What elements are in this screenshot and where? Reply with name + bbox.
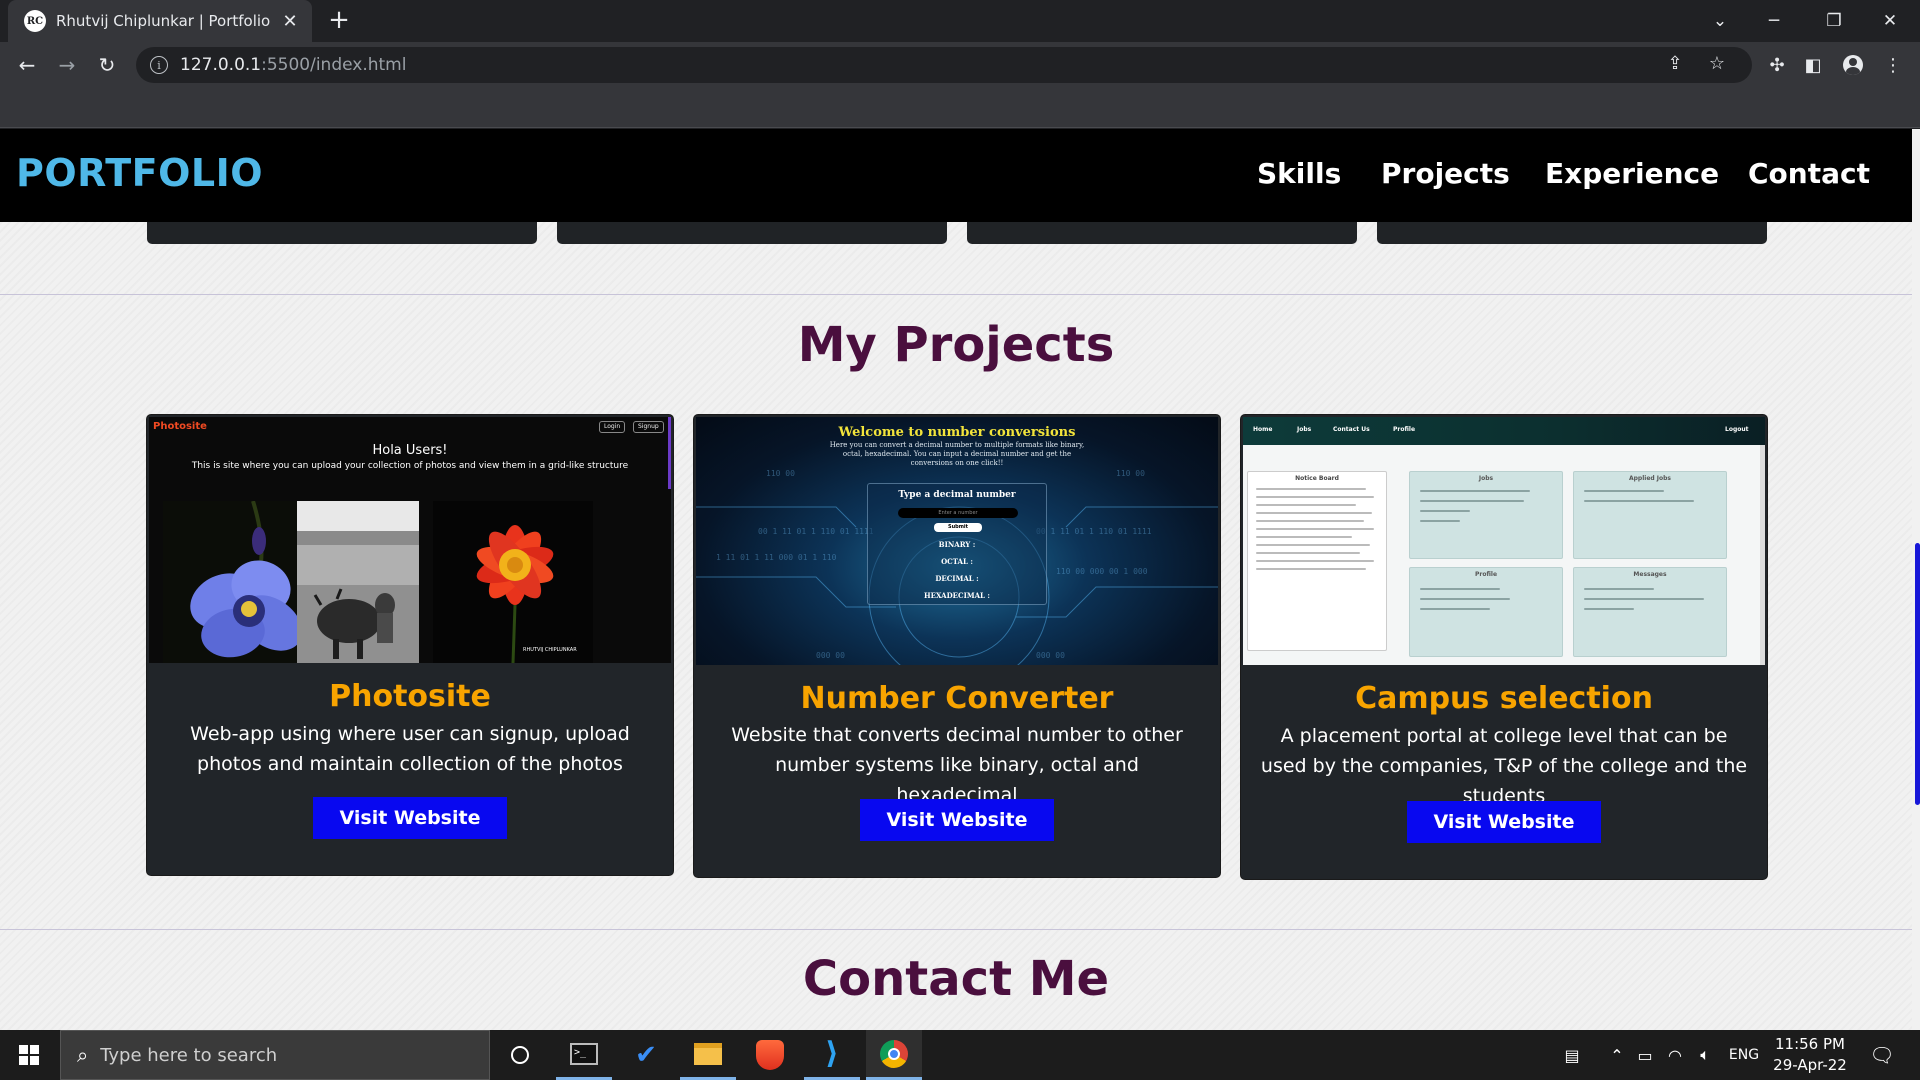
search-icon: ⌕ <box>77 1043 89 1067</box>
project-description: Website that converts decimal number to … <box>731 724 1183 806</box>
preview-input: Enter a number <box>898 508 1018 518</box>
side-panel-icon[interactable]: ◧ <box>1798 50 1828 80</box>
black-white-bullock-photo <box>297 501 419 663</box>
nav-link-skills[interactable]: Skills <box>1257 157 1341 190</box>
visit-website-button[interactable]: Visit Website <box>860 799 1054 841</box>
visit-website-button[interactable]: Visit Website <box>1407 801 1601 843</box>
cortana-circle-icon[interactable] <box>492 1030 548 1080</box>
minimize-button[interactable]: ─ <box>1746 0 1802 42</box>
preview-signup: Signup <box>633 421 664 433</box>
windows-start-icon[interactable] <box>0 1030 58 1080</box>
preview-applied-jobs-box: Applied Jobs <box>1573 471 1727 559</box>
news-widget-icon[interactable]: ▤ <box>1550 1030 1594 1080</box>
windows-taskbar: ⌕ Type here to search >_ ✔ ⟩ ▤ ⌃ ▭ ◠ 🔈︎ … <box>0 1030 1920 1080</box>
site-favicon-icon: RC <box>24 10 46 32</box>
clock-date: 29-Apr-22 <box>1773 1056 1847 1074</box>
reload-icon[interactable]: ↻ <box>92 50 122 80</box>
preview-watermark: RHUTVIJ CHIPLUNKAR <box>523 647 577 653</box>
site-info-icon[interactable]: i <box>150 56 168 74</box>
url-path: :5500/index.html <box>261 55 407 75</box>
project-description: A placement portal at college level that… <box>1260 725 1748 807</box>
preview-converter-panel: Type a decimal number Enter a number Sub… <box>867 483 1047 605</box>
project-description: Web-app using where user can signup, upl… <box>190 723 630 775</box>
nav-link-contact[interactable]: Contact <box>1748 157 1870 190</box>
nav-link-experience[interactable]: Experience <box>1545 157 1719 190</box>
taskbar-search-box[interactable]: ⌕ Type here to search <box>60 1030 490 1080</box>
preview-login: Login <box>599 421 626 433</box>
language-indicator[interactable]: ENG <box>1722 1030 1766 1080</box>
preview-heading: Welcome to number conversions <box>838 425 1076 440</box>
preview-navbar: Home Jobs Contact Us Profile Logout <box>1243 417 1765 445</box>
preview-prompt: Type a decimal number <box>898 490 1016 500</box>
site-logo[interactable]: PORTFOLIO <box>16 151 263 195</box>
volume-icon[interactable]: 🔈︎ <box>1692 1030 1718 1080</box>
search-placeholder: Type here to search <box>100 1044 278 1066</box>
preview-submit: Submit <box>934 523 982 532</box>
project-card-photosite: Photosite Login Signup Hola Users! This … <box>147 415 673 875</box>
contact-heading: Contact Me <box>802 951 1110 1007</box>
url-host: 127.0.0.1 <box>180 55 262 75</box>
project-card-campus-selection: Home Jobs Contact Us Profile Logout Noti… <box>1241 415 1767 879</box>
profile-avatar-icon[interactable] <box>1838 50 1868 80</box>
address-bar[interactable]: i 127.0.0.1:5500/index.html ⇪ ☆ <box>136 47 1752 83</box>
project-preview-image: 110 00 00 1 11 01 1 110 01 1111 1 11 01 … <box>696 417 1218 665</box>
preview-subheading: This is site where you can upload your c… <box>191 461 629 471</box>
page-viewport: PORTFOLIO Skills Projects Experience Con… <box>0 129 1920 1030</box>
battery-icon[interactable]: ▭ <box>1632 1030 1658 1080</box>
site-navbar: PORTFOLIO Skills Projects Experience Con… <box>0 129 1912 222</box>
project-title: Number Converter <box>800 681 1114 716</box>
preview-hexadecimal: HEXADECIMAL : <box>924 591 990 600</box>
project-preview-image: Home Jobs Contact Us Profile Logout Noti… <box>1243 417 1765 665</box>
wifi-icon[interactable]: ◠ <box>1662 1030 1688 1080</box>
preview-jobs-box: Jobs <box>1409 471 1563 559</box>
file-explorer-icon[interactable] <box>680 1030 736 1080</box>
browser-menu-icon[interactable]: ⋮ <box>1878 50 1908 80</box>
browser-tab[interactable]: RC Rhutvij Chiplunkar | Portfolio ✕ <box>8 0 312 42</box>
new-tab-button[interactable]: + <box>324 6 354 36</box>
project-preview-image: Photosite Login Signup Hola Users! This … <box>149 417 671 663</box>
browser-toolbar: ← → ↻ i 127.0.0.1:5500/index.html ⇪ ☆ ✣ … <box>0 42 1920 88</box>
tab-close-icon[interactable]: ✕ <box>280 11 300 32</box>
section-divider <box>0 929 1912 930</box>
clock-time: 11:56 PM <box>1775 1035 1845 1053</box>
nav-link-projects[interactable]: Projects <box>1381 157 1510 190</box>
preview-notice-board: Notice Board <box>1247 471 1387 651</box>
close-window-button[interactable]: ✕ <box>1862 0 1918 42</box>
bookmark-star-icon[interactable]: ☆ <box>1704 53 1730 77</box>
taskbar-clock[interactable]: 11:56 PM 29-Apr-22 <box>1770 1034 1850 1076</box>
forward-arrow-icon[interactable]: → <box>52 50 82 80</box>
preview-intro: Here you can convert a decimal number to… <box>829 441 1085 467</box>
share-icon[interactable]: ⇪ <box>1662 53 1688 77</box>
bookmarks-bar <box>0 88 1920 128</box>
project-card-number-converter: 110 00 00 1 11 01 1 110 01 1111 1 11 01 … <box>694 415 1220 877</box>
project-title: Campus selection <box>1355 681 1653 716</box>
terminal-app-icon[interactable]: >_ <box>556 1030 612 1080</box>
todo-app-icon[interactable]: ✔ <box>618 1030 674 1080</box>
extensions-puzzle-icon[interactable]: ✣ <box>1762 50 1792 80</box>
projects-heading: My Projects <box>797 317 1115 373</box>
back-arrow-icon[interactable]: ← <box>12 50 42 80</box>
preview-brand: Photosite <box>153 421 207 432</box>
restore-button[interactable]: ❐ <box>1806 0 1862 42</box>
browser-tab-strip: RC Rhutvij Chiplunkar | Portfolio ✕ + ⌄ … <box>0 0 1920 42</box>
preview-profile-box: Profile <box>1409 567 1563 657</box>
tab-title: Rhutvij Chiplunkar | Portfolio <box>56 12 271 30</box>
chrome-app-icon[interactable] <box>866 1030 922 1080</box>
project-title: Photosite <box>329 679 491 714</box>
preview-heading: Hola Users! <box>372 443 448 458</box>
section-divider <box>0 294 1912 295</box>
notifications-icon[interactable]: 🗨︎ <box>1862 1030 1902 1080</box>
page-scrollbar-thumb[interactable] <box>1915 543 1920 805</box>
preview-messages-box: Messages <box>1573 567 1727 657</box>
show-hidden-icons-chevron-icon[interactable]: ⌃ <box>1606 1030 1628 1080</box>
brave-browser-icon[interactable] <box>742 1030 798 1080</box>
red-flower-photo: RHUTVIJ CHIPLUNKAR <box>433 501 593 663</box>
preview-decimal: DECIMAL : <box>935 574 979 583</box>
visit-website-button[interactable]: Visit Website <box>313 797 507 839</box>
preview-binary: BINARY : <box>938 540 976 549</box>
tab-search-chevron-icon[interactable]: ⌄ <box>1692 0 1748 42</box>
page-scrollbar[interactable] <box>1912 129 1920 1030</box>
vscode-app-icon[interactable]: ⟩ <box>804 1030 860 1080</box>
preview-octal: OCTAL : <box>941 557 973 566</box>
